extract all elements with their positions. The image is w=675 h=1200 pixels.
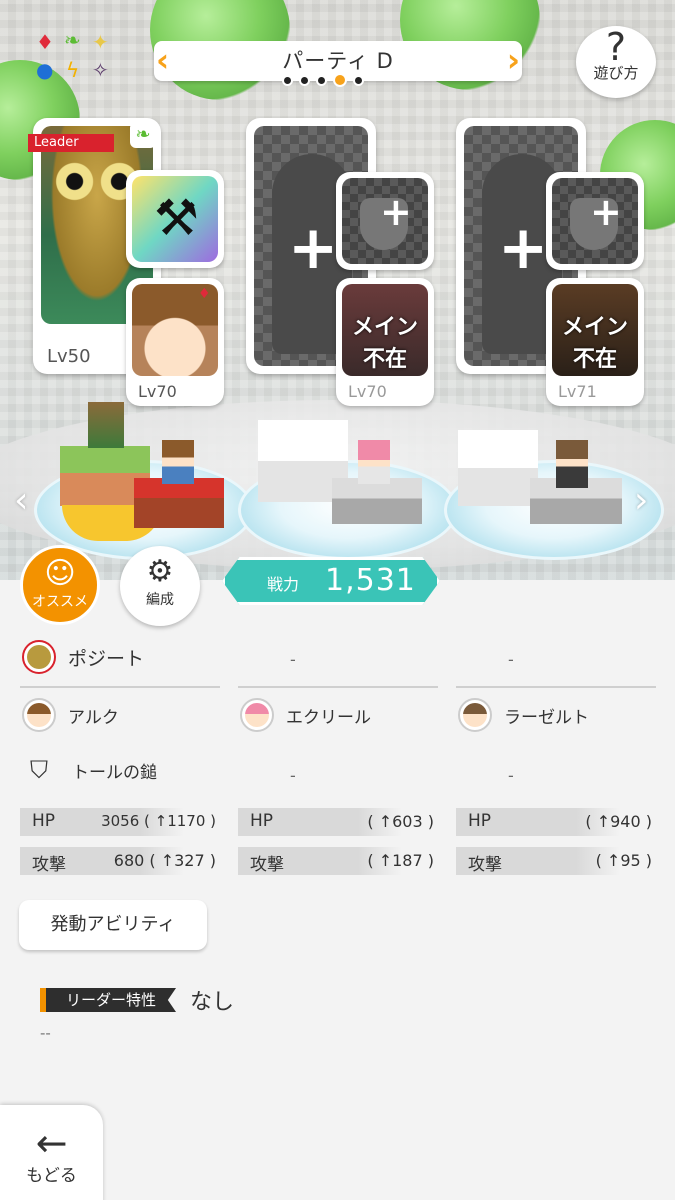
page-dot[interactable] <box>353 74 364 86</box>
diamond-icon: ♦ <box>36 30 54 54</box>
sub-level: Lv70 <box>138 382 177 401</box>
hammer-icon: ⚒ <box>154 189 199 247</box>
lightning-icon: ϟ <box>66 58 80 82</box>
sub-unit-sprite-base <box>134 478 224 528</box>
back-button[interactable]: ← もどる <box>0 1105 103 1200</box>
weapon-row[interactable]: ⛉ トールの鎚 <box>22 756 157 784</box>
help-button[interactable]: ? 遊び方 <box>576 26 656 98</box>
formation-label: 編成 <box>146 592 174 608</box>
weapon-slot-2[interactable]: + <box>336 172 434 270</box>
sub-level: Lv71 <box>558 382 597 401</box>
main-name-1: ポジート <box>68 647 145 670</box>
sub-name-2: エクリール <box>286 707 371 728</box>
arc-avatar <box>22 698 56 732</box>
hp-stat-1: HP 3056 ( ↑1170 ) <box>20 808 220 836</box>
sub-unit-row-2[interactable]: エクリール <box>240 698 371 732</box>
weapon-name-2: - <box>290 766 296 785</box>
page-dot-active[interactable] <box>333 73 347 87</box>
sub-unit-row-3[interactable]: ラーゼルト <box>458 698 589 732</box>
main-absent-label: メイン 不在 <box>351 315 418 372</box>
sub-name-3: ラーゼルト <box>504 707 589 728</box>
razelt-avatar <box>458 698 492 732</box>
arc-sprite[interactable] <box>162 440 194 484</box>
weapon-name-1: トールの鎚 <box>72 762 157 783</box>
razelt-sprite[interactable] <box>556 440 588 488</box>
main-level: Lv50 <box>47 346 91 367</box>
leader-trait-description: -- <box>40 1024 51 1042</box>
owl-sprite <box>88 402 124 448</box>
page-dot[interactable] <box>282 74 293 86</box>
attack-stat-1: 攻撃 680 ( ↑327 ) <box>20 847 220 875</box>
prev-party-arrow[interactable]: ‹ <box>14 480 28 521</box>
main-absent-label: メイン 不在 <box>561 315 628 372</box>
leader-trait-value: なし <box>190 990 235 1015</box>
leader-trait-tag: リーダー特性 <box>40 988 177 1012</box>
sub-name-1: アルク <box>68 707 119 728</box>
back-label: もどる <box>26 1166 77 1186</box>
owl-avatar <box>22 640 56 674</box>
power-label: 戦力 <box>267 575 300 594</box>
sub-block-2 <box>332 478 422 524</box>
recommend-button[interactable]: ☺ オススメ <box>20 545 100 625</box>
sub-card-3[interactable]: メイン 不在 Lv71 <box>546 278 644 406</box>
star-icon: ✧ <box>92 58 109 82</box>
element-filter-icons[interactable]: ♦ ❧ ✦ ● ϟ ✧ <box>30 30 120 84</box>
hp-stat-2: HP( ↑603 ) <box>238 808 438 836</box>
sub-unit-row-1[interactable]: アルク <box>22 698 119 732</box>
auto-icon: ☺ <box>44 556 76 591</box>
divider <box>20 686 220 688</box>
help-label: 遊び方 <box>593 64 639 82</box>
main-name-3: - <box>508 650 514 669</box>
leaf-icon: ❧ <box>64 28 81 52</box>
attack-stat-2: 攻撃( ↑187 ) <box>238 847 438 875</box>
party-name: パーティ D <box>282 49 394 73</box>
power-value: 1,531 <box>325 563 416 598</box>
circle-icon: ● <box>36 58 54 82</box>
add-icon: + <box>498 213 549 283</box>
main-name-2: - <box>290 650 296 669</box>
recommend-label: オススメ <box>32 594 88 610</box>
sub-level: Lv70 <box>348 382 387 401</box>
diamond-icon: ♦ <box>198 286 211 302</box>
weapon-slot-3[interactable]: + <box>546 172 644 270</box>
page-indicator <box>282 73 364 87</box>
question-icon: ? <box>605 25 627 69</box>
formation-button[interactable]: ⚙ 編成 <box>120 546 200 626</box>
ecril-sprite[interactable] <box>358 440 390 484</box>
power-display: 戦力 1,531 <box>222 557 440 605</box>
gear-person-icon: ⚙ <box>146 554 174 589</box>
add-icon: + <box>590 190 622 234</box>
chevron-left-icon[interactable]: ‹ <box>156 43 169 77</box>
main-unit-row[interactable]: ポジート <box>22 640 144 674</box>
page-dot[interactable] <box>316 74 327 86</box>
weapon-slot-1[interactable]: ⚒ <box>126 170 224 268</box>
next-party-arrow[interactable]: › <box>634 480 648 521</box>
chevron-right-icon[interactable]: › <box>507 43 520 77</box>
hp-stat-3: HP( ↑940 ) <box>456 808 656 836</box>
attack-stat-3: 攻撃( ↑95 ) <box>456 847 656 875</box>
leaf-element-icon: ❧ <box>130 122 156 148</box>
add-icon: + <box>288 213 339 283</box>
empty-main-block[interactable] <box>458 430 538 506</box>
ecril-avatar <box>240 698 274 732</box>
sub-card-2[interactable]: メイン 不在 Lv70 <box>336 278 434 406</box>
sparkle-icon: ✦ <box>92 30 109 54</box>
add-icon: + <box>380 190 412 234</box>
divider <box>238 686 438 688</box>
weapon-name-3: - <box>508 766 514 785</box>
sub-card-1[interactable]: ♦ Lv70 <box>126 278 224 406</box>
leader-badge: Leader <box>28 134 114 152</box>
arrow-left-icon: ← <box>35 1121 68 1165</box>
shield-sword-icon: ⛉ <box>30 756 48 784</box>
ability-button[interactable]: 発動アビリティ <box>19 900 207 950</box>
divider <box>456 686 656 688</box>
page-dot[interactable] <box>299 74 310 86</box>
